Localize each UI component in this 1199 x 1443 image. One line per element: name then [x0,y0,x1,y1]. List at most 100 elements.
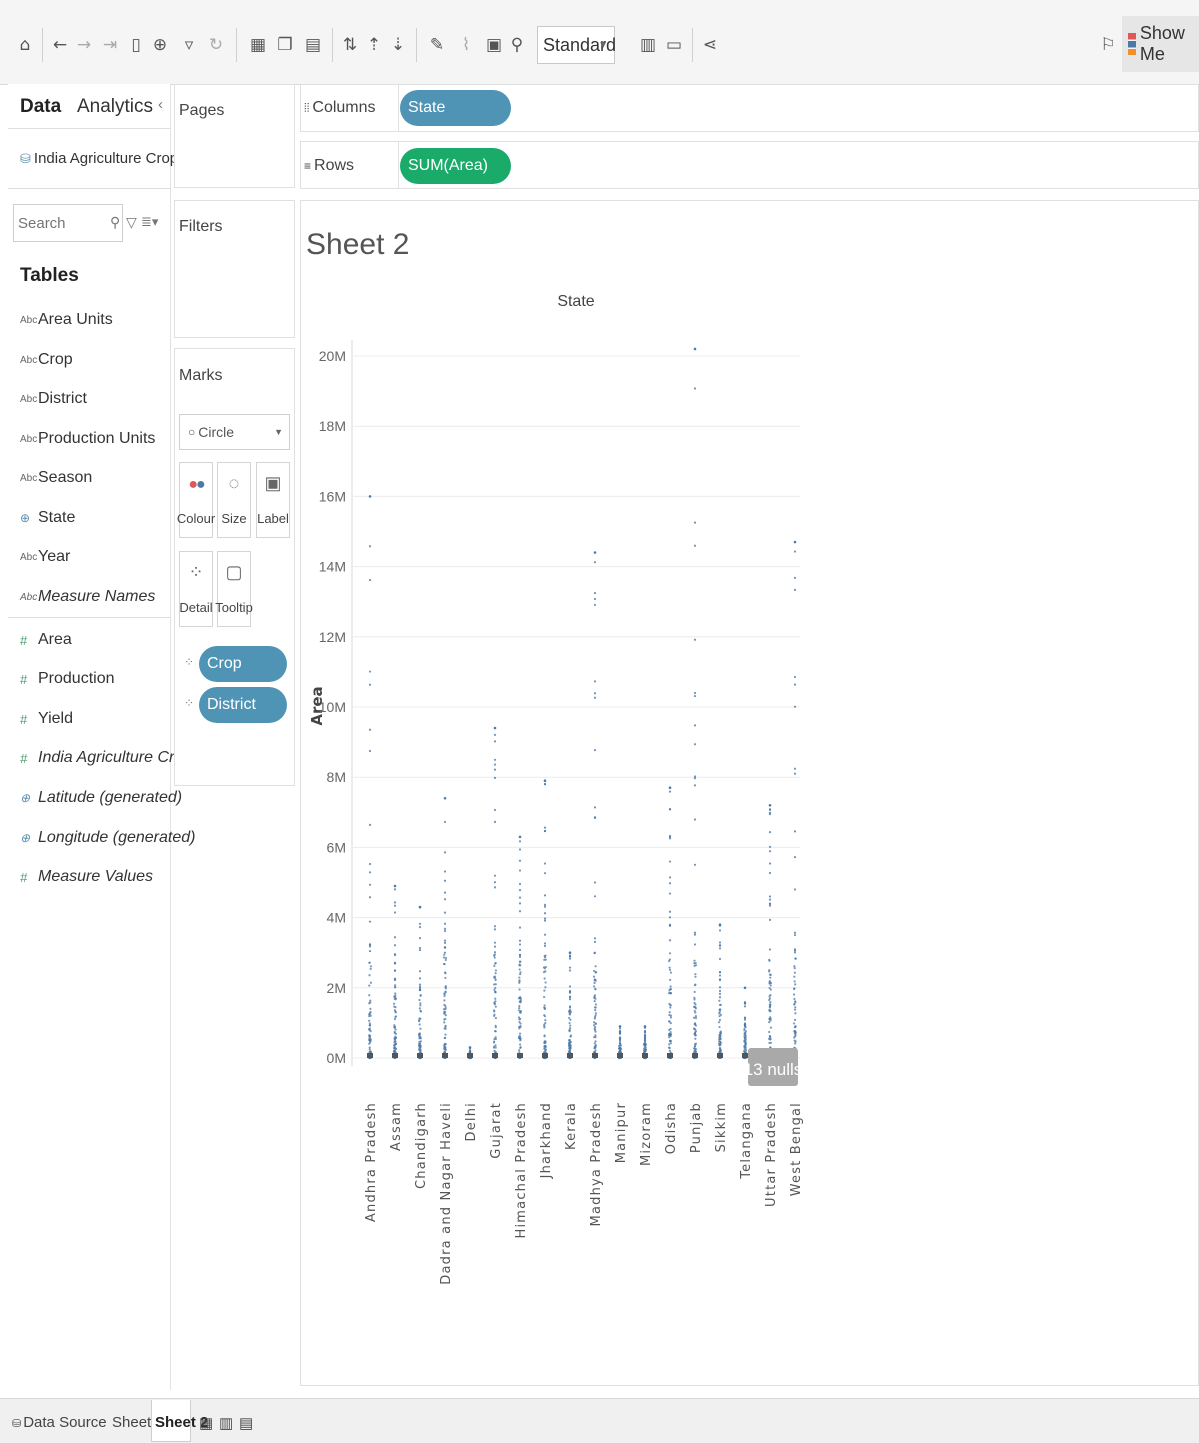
new-dashboard-icon[interactable]: ▥ [219,1414,233,1432]
field-label: District [38,390,87,407]
field-item[interactable]: Abc Crop [20,351,73,369]
size-button[interactable]: ◌ Size [217,462,251,538]
pin-icon[interactable]: ⚲ [508,32,526,58]
data-point [793,772,797,775]
redo-icon[interactable]: → [74,32,94,58]
data-point [718,929,722,932]
swap-icon[interactable]: ⇅ [340,32,360,58]
new-worksheet-icon[interactable]: ▦ [199,1414,213,1432]
show-me-button[interactable]: Show Me [1122,16,1199,72]
label-button[interactable]: ▣ Label [256,462,290,538]
sort-ascending-icon[interactable]: ⇡ [364,32,384,58]
dimension-measure-divider [8,617,170,618]
data-point [519,999,522,1003]
show-me-label: Show Me [1139,23,1185,64]
refresh-icon[interactable]: ↻ [204,32,228,58]
data-point [444,976,447,980]
data-point [394,1032,398,1036]
field-item[interactable]: ⊕ State [20,509,75,527]
tab-data[interactable]: Data [20,96,61,118]
tab-analytics[interactable]: Analytics [77,96,153,118]
field-label: Latitude (generated) [38,789,183,806]
data-point [793,931,797,934]
data-point [719,1033,722,1036]
detail-button[interactable]: ⁘ Detail [179,551,213,627]
x-tick-label: Assam [389,1102,404,1151]
field-item[interactable]: Abc Area Units [20,311,113,329]
filter-icon[interactable]: ▽ [126,214,137,231]
undo-icon[interactable]: ← [50,32,70,58]
tab-data-source[interactable]: ⛁ Data Source [12,1414,107,1431]
data-point [592,969,596,973]
presentation-icon[interactable]: ▭ [664,32,684,58]
data-point [443,994,446,998]
field-item[interactable]: ⊕ Longitude (generated) [20,829,195,847]
scatter-chart[interactable]: StateArea0M2M4M6M8M10M12M14M16M18M20MAnd… [300,280,820,1380]
pages-card[interactable] [174,84,295,188]
home-icon[interactable]: ⌂ [14,32,36,58]
collapse-pane-icon[interactable]: ‹ [158,96,163,113]
field-item[interactable]: # Production [20,670,115,688]
sort-descending-icon[interactable]: ⇣ [388,32,408,58]
tooltip-icon: ▢ [225,562,243,582]
data-point [494,986,497,990]
field-item[interactable]: Abc District [20,390,87,408]
data-point [368,670,372,673]
data-point [568,966,572,969]
data-point [543,1044,547,1047]
data-point [693,387,697,390]
data-point [692,1016,696,1019]
field-item[interactable]: ⊕ Latitude (generated) [20,789,182,807]
nulls-badge-label: 13 nulls [744,1060,803,1079]
data-point [519,1037,522,1040]
marks-pill-district[interactable]: District [199,687,287,723]
mark-type-select[interactable]: ○ Circle ▼ [179,414,290,450]
rows-pill-sum-area[interactable]: SUM(Area) [400,148,511,184]
view-options-icon[interactable]: ≣▾ [141,214,158,230]
y-tick-label: 2M [327,980,346,996]
new-worksheet-icon[interactable]: ▦ [244,32,272,58]
field-item[interactable]: Abc Season [20,469,92,487]
colour-button[interactable]: ●● Colour [177,462,215,538]
share-icon[interactable]: ⋖ [700,32,720,58]
field-item[interactable]: Abc Year [20,548,70,566]
group-icon[interactable]: ⌇ [452,32,480,58]
field-item[interactable]: Abc Measure Names [20,588,155,606]
duplicate-icon[interactable]: ❐ [275,32,295,58]
data-point [594,1014,597,1017]
data-point [543,1015,547,1018]
data-point [444,1043,447,1046]
tooltip-button[interactable]: ▢ Tooltip [215,551,253,627]
field-item[interactable]: # Yield [20,710,73,728]
data-point [718,1021,721,1024]
data-point [693,724,697,727]
data-point [443,939,447,942]
data-point [443,927,447,931]
fit-select[interactable]: Standard ▼ [537,26,616,64]
data-point [518,926,522,929]
data-point [743,1023,747,1026]
label-icon[interactable]: ▣ [484,32,504,58]
fit-icon[interactable]: ▥ [634,32,662,58]
field-item[interactable]: Abc Production Units [20,430,155,448]
marks-pill-crop[interactable]: Crop [199,646,287,682]
field-item[interactable]: # Area [20,631,72,649]
columns-pill-state[interactable]: State [400,90,511,126]
highlight-icon[interactable]: ✎ [424,32,450,58]
toolbar-divider [236,28,237,62]
pause-updates-icon[interactable]: ▿ [176,32,202,58]
data-point [393,1030,396,1033]
detail-label: Detail [179,600,213,615]
search-input[interactable] [13,204,123,242]
data-point [718,941,722,944]
new-story-icon[interactable]: ▤ [239,1414,253,1432]
new-datasource-icon[interactable]: ⊕ [150,32,170,58]
clear-sheet-icon[interactable]: ▤ [300,32,326,58]
save-icon[interactable]: ▯ [126,32,146,58]
replay-icon[interactable]: ⇥ [98,32,122,58]
data-point [493,820,497,823]
pin-pane-icon[interactable]: ⚐ [1098,32,1118,58]
x-tick-label: Kerala [564,1102,579,1150]
field-item[interactable]: # Measure Values [20,868,153,886]
data-point [543,779,547,783]
